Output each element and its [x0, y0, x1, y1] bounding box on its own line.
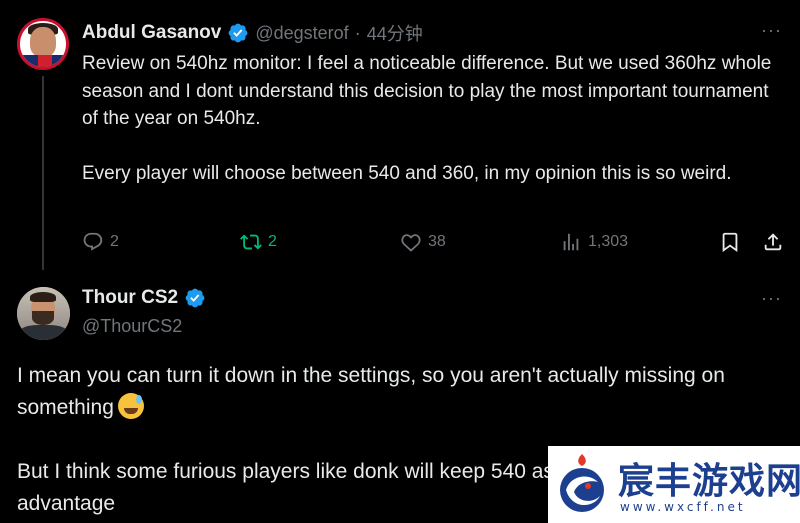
- tweet-paragraph: Every player will choose between 540 and…: [82, 162, 732, 184]
- separator-dot: ·: [354, 22, 361, 43]
- tweet-actions: 2 2 38 1,303: [82, 228, 782, 256]
- like-button[interactable]: 38: [400, 228, 446, 256]
- watermark-url: www.wxcff.net: [620, 500, 746, 514]
- retweet-icon: [240, 234, 262, 250]
- thread-connector-line: [42, 76, 44, 270]
- like-icon: [401, 234, 421, 252]
- dragon-logo-icon: [560, 454, 604, 512]
- site-watermark: 宸丰游戏网 www.wxcff.net: [548, 446, 800, 523]
- avatar[interactable]: [17, 18, 69, 70]
- verified-badge-icon: [185, 288, 205, 308]
- share-button[interactable]: [762, 228, 784, 256]
- author-handle[interactable]: @ThourCS2: [82, 316, 182, 337]
- reply-count: 2: [110, 233, 119, 250]
- like-count: 38: [428, 233, 446, 250]
- timestamp[interactable]: 44分钟: [367, 20, 423, 46]
- more-icon[interactable]: ···: [761, 20, 782, 41]
- parent-tweet: Abdul Gasanov @degsterof · 44分钟 ··· Revi…: [0, 0, 800, 270]
- author-handle[interactable]: @degsterof: [255, 23, 348, 44]
- tweet-text: Review on 540hz monitor: I feel a notice…: [82, 50, 787, 187]
- share-icon: [764, 233, 782, 251]
- reply-button[interactable]: 2: [82, 228, 119, 256]
- tweet-header: Abdul Gasanov @degsterof · 44分钟: [82, 20, 423, 46]
- retweet-button[interactable]: 2: [240, 228, 277, 256]
- retweet-count: 2: [268, 233, 277, 250]
- reply-icon: [83, 232, 103, 251]
- bookmark-button[interactable]: [719, 228, 741, 256]
- bookmark-icon: [722, 232, 738, 253]
- views-button[interactable]: 1,303: [560, 228, 628, 256]
- author-name[interactable]: Thour CS2: [82, 287, 178, 309]
- more-icon[interactable]: ···: [761, 288, 782, 309]
- watermark-title: 宸丰游戏网: [618, 461, 800, 502]
- avatar[interactable]: [17, 287, 70, 340]
- grin-sweat-emoji: [117, 393, 144, 419]
- author-name[interactable]: Abdul Gasanov: [82, 22, 221, 44]
- tweet-header: Thour CS2: [82, 287, 206, 309]
- verified-badge-icon: [228, 23, 248, 43]
- tweet-paragraph: Review on 540hz monitor: I feel a notice…: [82, 53, 777, 129]
- views-icon: [563, 233, 579, 251]
- views-count: 1,303: [588, 233, 629, 250]
